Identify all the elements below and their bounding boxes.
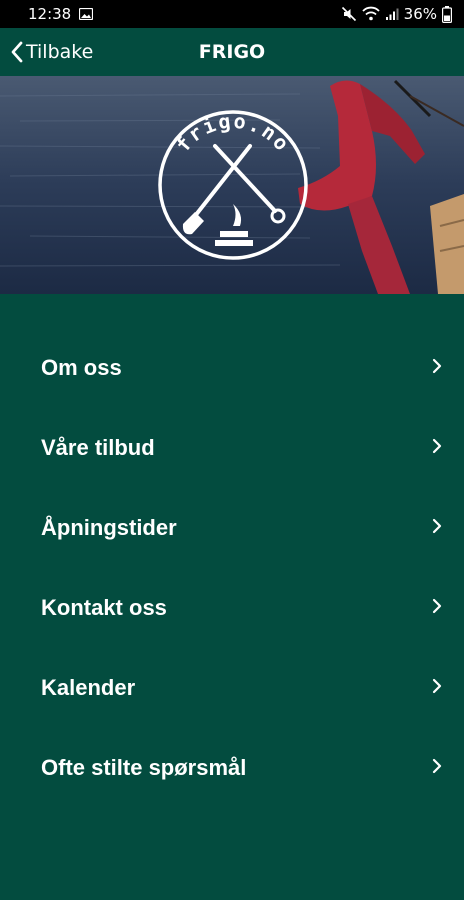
main-menu: Om oss Våre tilbud Åpningstider Kontakt … — [0, 328, 464, 808]
hero-image: frigo.no — [0, 76, 464, 294]
menu-item-label: Kontakt oss — [41, 595, 167, 620]
navigation-bar: Tilbake FRIGO — [0, 28, 464, 76]
battery-percent: 36% — [403, 5, 437, 23]
chevron-right-icon — [432, 758, 442, 774]
back-button[interactable]: Tilbake — [10, 28, 93, 76]
battery-icon — [442, 5, 452, 23]
menu-item-om-oss[interactable]: Om oss — [0, 328, 464, 408]
menu-item-vare-tilbud[interactable]: Våre tilbud — [0, 408, 464, 488]
menu-item-faq[interactable]: Ofte stilte spørsmål — [0, 728, 464, 808]
menu-item-label: Om oss — [41, 355, 122, 380]
chevron-right-icon — [432, 438, 442, 454]
chevron-right-icon — [432, 598, 442, 614]
menu-item-apningstider[interactable]: Åpningstider — [0, 488, 464, 568]
menu-item-label: Våre tilbud — [41, 435, 155, 460]
chevron-right-icon — [432, 678, 442, 694]
back-label: Tilbake — [26, 41, 94, 63]
signal-icon — [385, 8, 399, 20]
menu-item-kalender[interactable]: Kalender — [0, 648, 464, 728]
menu-item-label: Åpningstider — [41, 515, 177, 540]
hero-banner: frigo.no — [0, 76, 464, 294]
wifi-icon — [362, 6, 380, 21]
status-bar: 12:38 36% — [0, 0, 464, 28]
chevron-right-icon — [432, 518, 442, 534]
chevron-left-icon — [11, 41, 23, 63]
mute-icon — [341, 6, 356, 22]
chevron-right-icon — [432, 358, 442, 374]
image-notification-icon — [79, 8, 94, 20]
menu-item-kontakt-oss[interactable]: Kontakt oss — [0, 568, 464, 648]
menu-item-label: Kalender — [41, 675, 136, 700]
menu-item-label: Ofte stilte spørsmål — [41, 755, 247, 780]
status-time: 12:38 — [28, 5, 72, 23]
